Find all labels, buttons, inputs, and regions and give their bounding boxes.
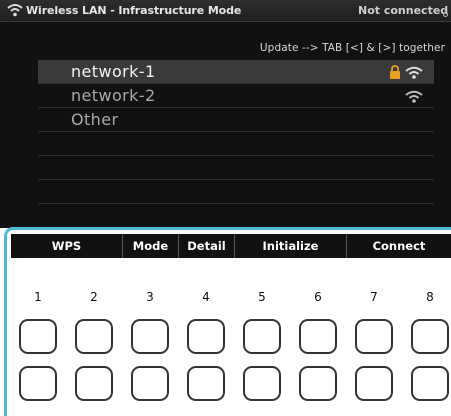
page-title: Wireless LAN - Infrastructure Mode: [26, 4, 242, 17]
connect-button[interactable]: Connect: [347, 234, 451, 258]
status-indicator-icon: [443, 12, 448, 17]
knob-label-6: 6: [314, 290, 322, 304]
wifi-icon: [7, 4, 23, 17]
button-1-upper[interactable]: [19, 319, 57, 354]
network-list: network-1 network-2 Other: [38, 60, 434, 204]
knob-label-2: 2: [90, 290, 98, 304]
button-6-lower[interactable]: [299, 366, 337, 401]
network-name: network-2: [71, 86, 156, 105]
button-2-lower[interactable]: [75, 366, 113, 401]
signal-icon: [405, 90, 423, 103]
title-bar: Wireless LAN - Infrastructure Mode Not c…: [0, 0, 451, 22]
button-1-lower[interactable]: [19, 366, 57, 401]
knob-label-1: 1: [34, 290, 42, 304]
button-7-upper[interactable]: [355, 319, 393, 354]
network-item-empty: [38, 180, 434, 204]
button-4-lower[interactable]: [187, 366, 225, 401]
knob-label-8: 8: [426, 290, 434, 304]
network-item-other[interactable]: Other: [38, 108, 434, 132]
network-item-empty: [38, 132, 434, 156]
button-5-lower[interactable]: [243, 366, 281, 401]
button-4-upper[interactable]: [187, 319, 225, 354]
knob-label-3: 3: [146, 290, 154, 304]
update-hint: Update --> TAB [<] & [>] together: [259, 42, 445, 54]
mode-button[interactable]: Mode: [123, 234, 179, 258]
button-5-upper[interactable]: [243, 319, 281, 354]
wps-button[interactable]: WPS: [11, 234, 123, 258]
button-8-lower[interactable]: [411, 366, 449, 401]
detail-button[interactable]: Detail: [179, 234, 235, 258]
network-item-1[interactable]: network-1: [38, 60, 434, 84]
button-8-upper[interactable]: [411, 319, 449, 354]
network-name: network-1: [71, 62, 156, 81]
network-item-empty: [38, 156, 434, 180]
connection-status: Not connected: [358, 4, 449, 17]
lcd-screen: Wireless LAN - Infrastructure Mode Not c…: [0, 0, 451, 228]
knob-label-5: 5: [258, 290, 266, 304]
lock-icon: [390, 65, 400, 79]
network-name: Other: [71, 110, 119, 129]
knob-label-4: 4: [202, 290, 210, 304]
button-2-upper[interactable]: [75, 319, 113, 354]
button-6-upper[interactable]: [299, 319, 337, 354]
button-3-upper[interactable]: [131, 319, 169, 354]
initialize-button[interactable]: Initialize: [235, 234, 347, 258]
signal-icon: [405, 66, 423, 79]
function-menu-bar: WPS Mode Detail Initialize Connect: [11, 234, 451, 258]
knob-label-7: 7: [370, 290, 378, 304]
button-7-lower[interactable]: [355, 366, 393, 401]
network-item-2[interactable]: network-2: [38, 84, 434, 108]
button-3-lower[interactable]: [131, 366, 169, 401]
